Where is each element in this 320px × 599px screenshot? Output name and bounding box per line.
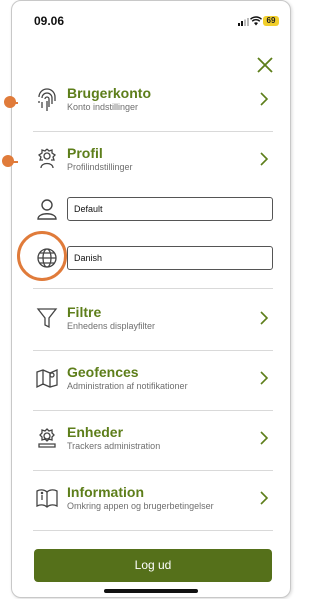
menu-item-filters[interactable]: Filtre Enhedens displayfilter [33,302,273,338]
menu-item-geofences[interactable]: Geofences Administration af notifikation… [33,362,273,398]
language-select-field[interactable]: Danish [67,246,273,270]
home-indicator [104,589,198,593]
chevron-right-icon [260,491,269,505]
book-info-icon [36,489,58,508]
close-icon[interactable] [256,56,274,74]
filters-title: Filtre [67,304,102,320]
filters-subtitle: Enhedens displayfilter [67,321,156,331]
menu-item-information[interactable]: Information Omkring appen og brugerbetin… [33,482,273,518]
devices-subtitle: Trackers administration [67,441,161,451]
geofences-subtitle: Administration af notifikationer [67,381,188,391]
annotation-circle [17,231,67,281]
menu-item-profile[interactable]: Profil Profilindstillinger [33,143,273,179]
wifi-icon [250,16,262,26]
divider [33,410,273,411]
chevron-right-icon [260,371,269,385]
account-subtitle: Konto indstillinger [67,102,139,112]
chevron-right-icon [260,92,269,106]
fingerprint-icon [38,88,56,111]
user-icon [37,199,57,220]
chevron-right-icon [260,152,269,166]
menu-item-account[interactable]: Brugerkonto Konto indstillinger [33,83,273,119]
account-title: Brugerkonto [67,85,151,101]
signal-icon [238,18,249,26]
map-icon [36,369,58,389]
divider [33,131,273,132]
status-bar: 09.06 69 [12,1,290,37]
filter-icon [36,308,58,329]
divider [33,350,273,351]
devices-title: Enheder [67,424,124,440]
profile-title: Profil [67,145,103,161]
phone-frame: 09.06 69 Brugerkonto Konto indstillinger [11,0,291,598]
divider [33,288,273,289]
geofences-title: Geofences [67,364,139,380]
chevron-right-icon [260,311,269,325]
information-subtitle: Omkring appen og brugerbetingelser [67,501,214,511]
annotation-dot [2,155,14,167]
annotation-dot [4,96,16,108]
battery-icon: 69 [263,16,279,26]
divider [33,470,273,471]
profile-subtitle: Profilindstillinger [67,162,133,172]
logout-button[interactable]: Log ud [34,549,272,582]
information-title: Information [67,484,144,500]
divider [33,530,273,531]
menu-item-devices[interactable]: Enheder Trackers administration [33,422,273,458]
user-select-field[interactable]: Default [67,197,273,221]
profile-gear-icon [37,148,57,169]
status-time: 09.06 [34,14,65,28]
device-gear-icon [38,428,56,448]
chevron-right-icon [260,431,269,445]
